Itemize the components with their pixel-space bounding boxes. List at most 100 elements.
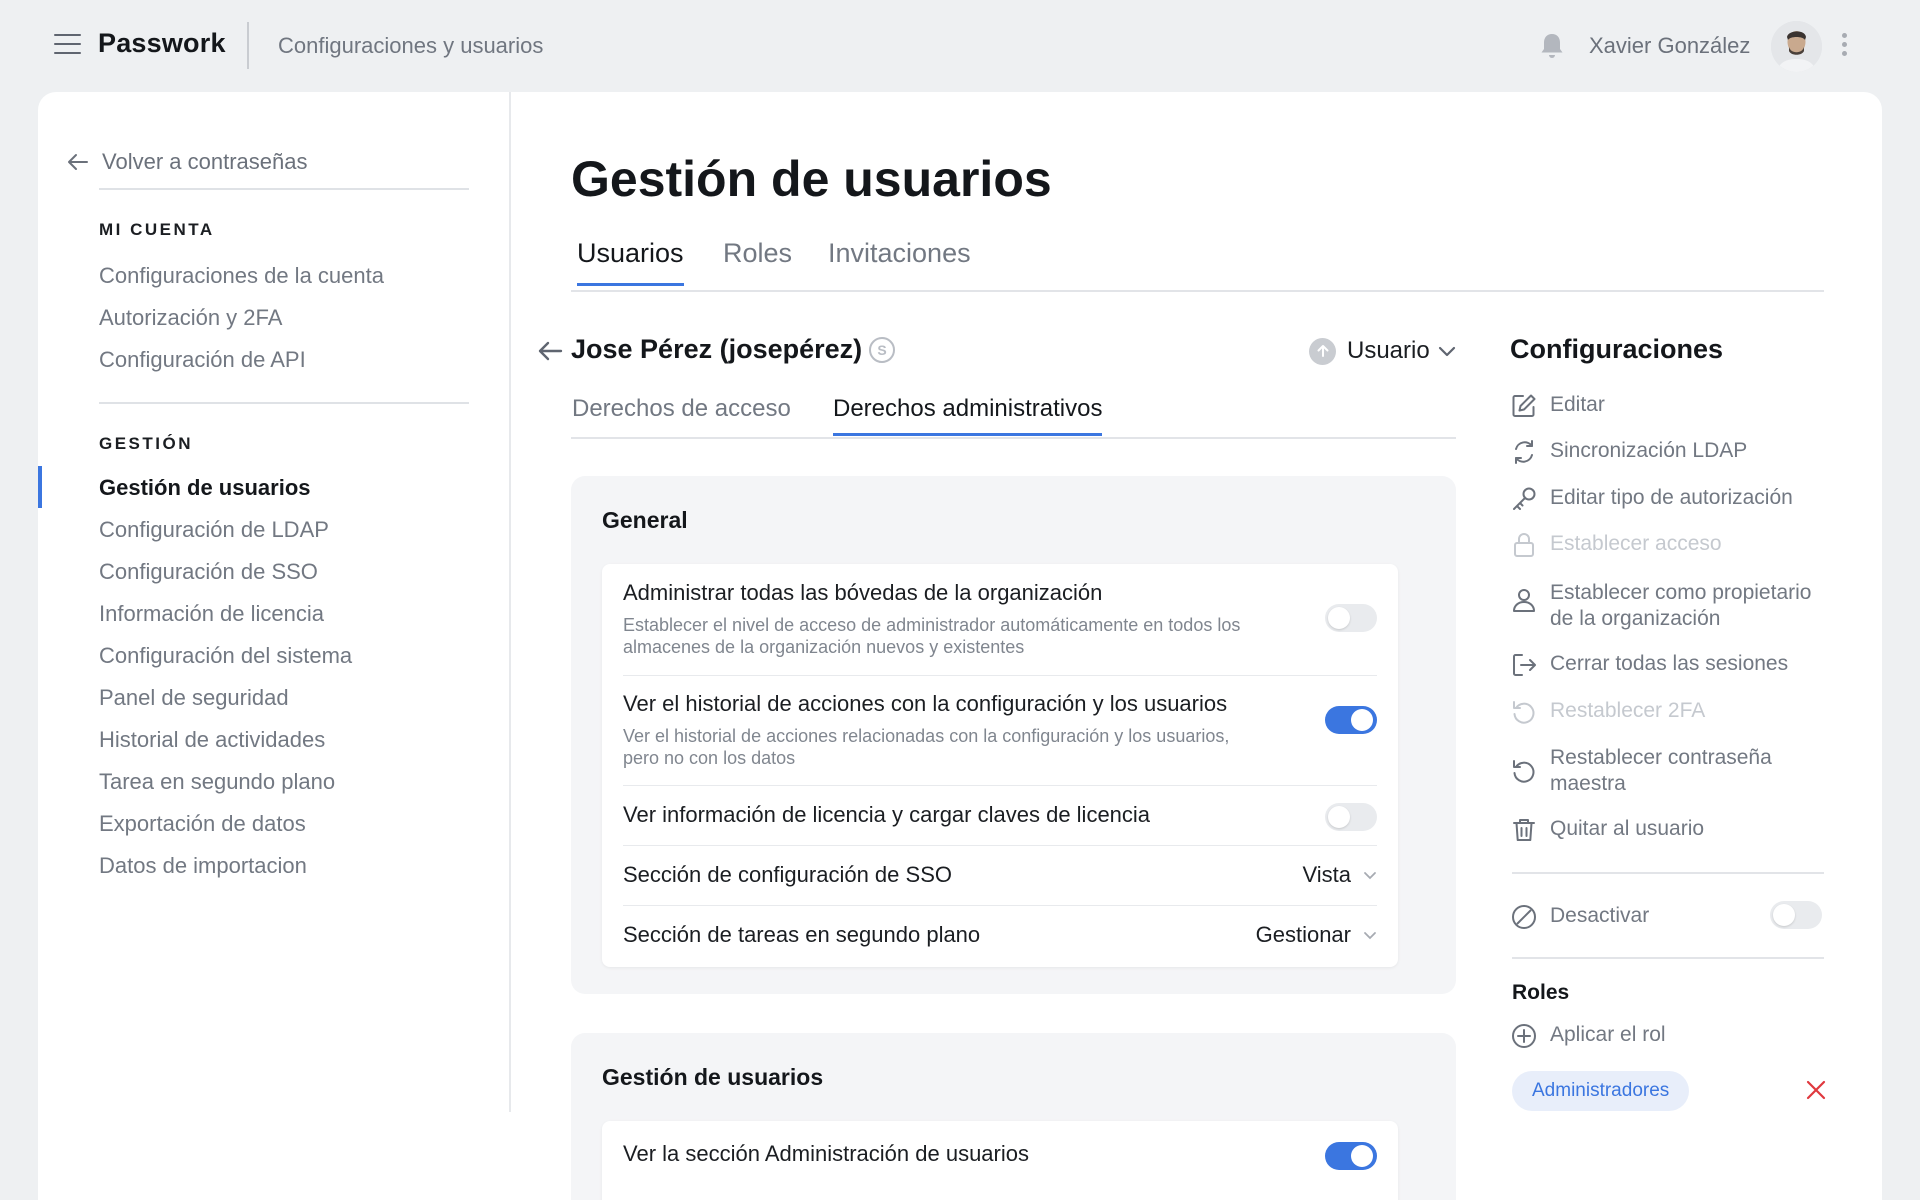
arrow-left-icon (68, 154, 88, 170)
sidebar-item-data-export[interactable]: Exportación de datos (99, 811, 306, 837)
back-to-passwords-label: Volver a contraseñas (102, 149, 308, 174)
edit-auth-type-action[interactable]: Editar tipo de autorización (1510, 485, 1840, 513)
reset-icon (1513, 760, 1535, 783)
plus-circle-icon (1512, 1024, 1536, 1048)
tab-users[interactable]: Usuarios (577, 238, 684, 286)
sidebar-item-security-dashboard[interactable]: Panel de seguridad (99, 685, 289, 711)
key-icon (1513, 487, 1536, 510)
user-management-settings-list: Ver la sección Administración de usuario… (602, 1121, 1398, 1200)
sidebar-divider-middle (99, 402, 469, 404)
setting-row-view-history: Ver el historial de acciones con la conf… (623, 676, 1377, 786)
license-toggle[interactable] (1325, 803, 1377, 831)
sidebar-item-system[interactable]: Configuración del sistema (99, 643, 352, 669)
tab-invitations[interactable]: Invitaciones (828, 238, 971, 283)
menu-icon[interactable] (54, 34, 81, 56)
sidebar-item-user-management[interactable]: Gestión de usuarios (99, 475, 311, 501)
sidebar-divider (509, 92, 511, 1112)
ldap-sync-action[interactable]: Sincronización LDAP (1510, 438, 1840, 466)
logout-sessions-label: Cerrar todas las sesiones (1550, 652, 1789, 675)
edit-user-action[interactable]: Editar (1510, 392, 1840, 420)
reset-master-password-action[interactable]: Restablecer contraseña maestra (1510, 745, 1840, 797)
config-divider (1512, 872, 1824, 874)
set-owner-label: Establecer como propietario de la organi… (1550, 581, 1812, 630)
remove-user-action[interactable]: Quitar al usuario (1510, 816, 1840, 844)
back-arrow-icon[interactable] (536, 337, 564, 365)
role-chip-administrators[interactable]: Administradores (1512, 1071, 1690, 1111)
reset-2fa-action[interactable]: Restablecer 2FA (1510, 698, 1840, 726)
general-panel-title: General (602, 507, 688, 533)
tasks-permission-select[interactable]: Gestionar (1256, 922, 1377, 948)
apply-role-label: Aplicar el rol (1550, 1023, 1666, 1046)
setting-label: Sección de configuración de SSO (623, 862, 952, 887)
roles-title: Roles (1512, 981, 1570, 1004)
set-owner-action[interactable]: Establecer como propietario de la organi… (1510, 580, 1840, 632)
sidebar-item-account-settings[interactable]: Configuraciones de la cuenta (99, 263, 384, 289)
top-bar: Passwork Configuraciones y usuarios Xavi… (0, 0, 1920, 90)
setting-row-view-user-admin: Ver la sección Administración de usuario… (623, 1121, 1377, 1188)
edit-auth-type-label: Editar tipo de autorización (1550, 486, 1793, 509)
user-avatar-icon (1771, 21, 1822, 72)
reset-master-password-label: Restablecer contraseña maestra (1550, 746, 1772, 795)
tab-access-rights[interactable]: Derechos de acceso (572, 395, 791, 433)
user-role-label: Usuario (1347, 337, 1430, 364)
user-title: Jose Pérez (josepérez) (571, 334, 863, 364)
section-my-account: MI CUENTA (99, 220, 215, 239)
sidebar-item-background-tasks[interactable]: Tarea en segundo plano (99, 769, 335, 795)
logout-sessions-action[interactable]: Cerrar todas las sesiones (1510, 651, 1840, 679)
user-management-panel-title: Gestión de usuarios (602, 1064, 824, 1090)
brand-logo[interactable]: Passwork (98, 28, 226, 59)
general-panel: General Administrar todas las bóvedas de… (571, 476, 1456, 994)
user-role-dropdown[interactable]: Usuario (1309, 334, 1456, 368)
manage-vaults-toggle[interactable] (1325, 604, 1377, 632)
sso-permission-select[interactable]: Vista (1302, 862, 1377, 888)
deactivate-toggle[interactable] (1770, 901, 1822, 929)
user-icon (1513, 589, 1535, 612)
back-to-passwords-link[interactable]: Volver a contraseñas (66, 146, 307, 178)
sidebar-item-api[interactable]: Configuración de API (99, 347, 306, 373)
tasks-permission-value: Gestionar (1255, 922, 1351, 947)
sidebar-item-activity-log[interactable]: Historial de actividades (99, 727, 325, 753)
sidebar-item-license[interactable]: Información de licencia (99, 601, 324, 627)
avatar[interactable] (1771, 21, 1822, 72)
sidebar-item-ldap[interactable]: Configuración de LDAP (99, 517, 329, 543)
setting-label: Ver información de licencia y cargar cla… (623, 802, 1151, 827)
setting-label: Ver el historial de acciones con la conf… (623, 691, 1228, 716)
remove-user-label: Quitar al usuario (1550, 817, 1705, 840)
active-indicator (38, 466, 42, 508)
general-settings-list: Administrar todas las bóvedas de la orga… (602, 564, 1398, 967)
setting-description: Ver el historial de acciones relacionada… (623, 726, 1230, 768)
chevron-down-icon (1364, 871, 1376, 879)
edit-user-label: Editar (1550, 393, 1605, 416)
block-icon (1512, 905, 1536, 929)
chevron-down-icon (1438, 346, 1455, 357)
setting-label: Administrar todas las bóvedas de la orga… (623, 580, 1103, 605)
current-user-name[interactable]: Xavier González (1589, 33, 1750, 59)
apply-role-action[interactable]: Aplicar el rol (1510, 1022, 1840, 1050)
reset-icon (1513, 701, 1535, 724)
tab-roles[interactable]: Roles (723, 238, 792, 283)
config-divider (1512, 957, 1824, 959)
tab-admin-rights[interactable]: Derechos administrativos (833, 395, 1103, 436)
view-history-toggle[interactable] (1325, 706, 1377, 734)
trash-icon (1513, 819, 1535, 841)
lock-icon (1514, 533, 1534, 557)
more-options-icon[interactable] (1840, 33, 1848, 59)
sso-permission-value: Vista (1302, 862, 1351, 887)
reset-2fa-label: Restablecer 2FA (1550, 699, 1706, 722)
view-user-admin-toggle[interactable] (1325, 1142, 1377, 1170)
config-title: Configuraciones (1510, 334, 1724, 364)
chevron-down-icon (1364, 931, 1376, 939)
user-management-panel: Gestión de usuarios Ver la sección Admin… (571, 1033, 1456, 1200)
set-access-action[interactable]: Establecer acceso (1510, 531, 1840, 559)
setting-row-license: Ver información de licencia y cargar cla… (623, 786, 1377, 846)
setting-row-sso: Sección de configuración de SSO Vista (623, 846, 1377, 906)
sidebar-item-sso[interactable]: Configuración de SSO (99, 559, 318, 585)
sync-icon (1515, 440, 1533, 464)
sidebar-item-data-import[interactable]: Datos de importacion (99, 853, 307, 879)
bell-icon[interactable] (1536, 30, 1568, 62)
breadcrumb: Configuraciones y usuarios (278, 33, 544, 58)
close-icon[interactable] (1805, 1079, 1827, 1101)
section-management: GESTIÓN (99, 434, 194, 453)
sidebar-item-auth-2fa[interactable]: Autorización y 2FA (99, 305, 282, 331)
setting-row-manage-vaults: Administrar todas las bóvedas de la orga… (623, 564, 1377, 676)
